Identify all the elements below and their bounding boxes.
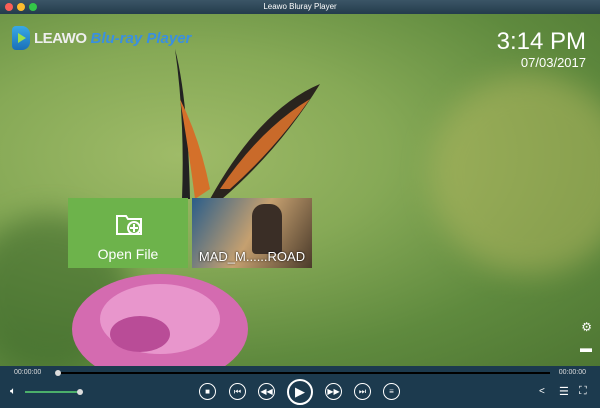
movie-poster: [252, 204, 282, 254]
rewind-icon: ◀◀: [260, 387, 273, 396]
total-time: 00:00:00: [558, 369, 586, 376]
logo-text: LEAWO: [34, 29, 87, 47]
butterfly-image: [175, 49, 320, 199]
fast-forward-icon: ▶▶: [327, 387, 340, 396]
zoom-window-button[interactable]: [29, 3, 37, 11]
clock-time: 3:14 PM: [496, 28, 586, 55]
clock: 3:14 PM 07/03/2017: [497, 28, 586, 70]
playlist-mode-button[interactable]: ≡: [383, 383, 400, 400]
disc-title: MAD_M......ROAD: [198, 249, 306, 264]
play-button[interactable]: ▶: [287, 379, 313, 405]
fast-forward-button[interactable]: ▶▶: [325, 383, 342, 400]
volume-icon[interactable]: 🔈︎: [10, 386, 16, 397]
home-background: LEAWO Blu-ray Player 3:14 PM 07/03/2017 …: [0, 14, 600, 366]
open-file-button[interactable]: Open File: [68, 198, 188, 268]
close-window-button[interactable]: [5, 3, 13, 11]
flower-image: [72, 274, 248, 366]
stop-icon: ■: [205, 387, 210, 396]
control-bar: 00:00:00 00:00:00 🔈︎ ■ ⏮︎ ◀◀ ▶ ▶▶ ⏭︎ ≡ <…: [0, 366, 600, 408]
previous-button[interactable]: ⏮︎: [229, 383, 246, 400]
fullscreen-icon[interactable]: ⛶: [579, 385, 587, 398]
leawo-logo: LEAWO Blu-ray Player: [12, 26, 191, 50]
volume-handle[interactable]: [77, 389, 83, 395]
chat-icon[interactable]: ▬: [580, 341, 592, 355]
logo-icon: [12, 26, 30, 50]
settings-icon[interactable]: ⚙: [581, 320, 592, 334]
open-file-label: Open File: [97, 246, 159, 262]
seek-handle[interactable]: [55, 370, 61, 376]
folder-add-icon: [116, 215, 142, 235]
next-icon: ⏭︎: [358, 386, 367, 396]
play-icon: ▶: [295, 384, 305, 399]
disc-tile[interactable]: MAD_M......ROAD: [192, 198, 312, 268]
share-icon[interactable]: <: [539, 386, 545, 397]
window-title: Leawo Bluray Player: [263, 2, 337, 11]
menu-icon: ≡: [389, 387, 394, 396]
title-bar: Leawo Bluray Player: [0, 0, 600, 14]
next-button[interactable]: ⏭︎: [354, 383, 371, 400]
previous-icon: ⏮︎: [233, 386, 242, 396]
logo-subtext: Blu-ray Player: [90, 29, 192, 47]
volume-slider[interactable]: [25, 389, 83, 395]
playlist-icon[interactable]: ☰: [559, 385, 569, 398]
minimize-window-button[interactable]: [17, 3, 25, 11]
rewind-button[interactable]: ◀◀: [258, 383, 275, 400]
clock-date: 07/03/2017: [520, 55, 586, 70]
stop-button[interactable]: ■: [199, 383, 216, 400]
elapsed-time: 00:00:00: [14, 369, 42, 376]
seek-bar[interactable]: [55, 370, 550, 376]
